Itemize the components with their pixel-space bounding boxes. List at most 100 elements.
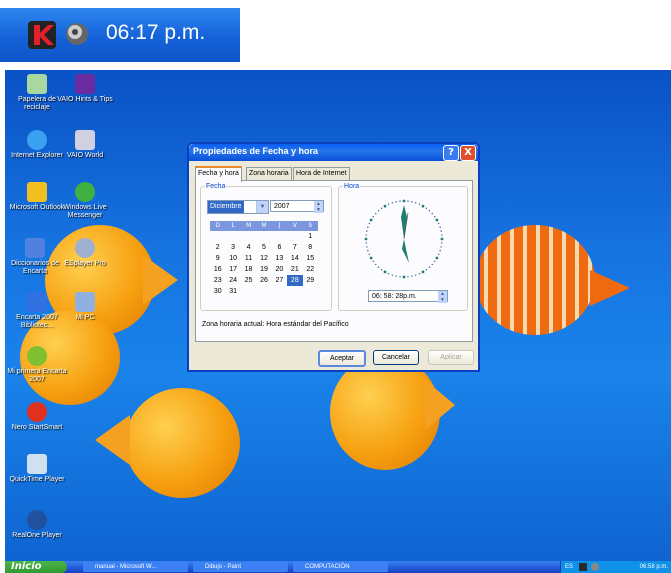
calendar-day[interactable]: 5 bbox=[256, 242, 271, 253]
calendar-week-row: 2345678 bbox=[210, 242, 318, 253]
year-value: 2007 bbox=[274, 203, 290, 210]
clock-tick bbox=[368, 222, 370, 225]
clock-tick bbox=[375, 212, 377, 215]
help-button[interactable]: ? bbox=[443, 145, 459, 161]
calendar-day[interactable]: 16 bbox=[210, 264, 225, 275]
clock-tick bbox=[402, 275, 406, 279]
calendar-day[interactable]: 9 bbox=[210, 253, 225, 264]
calendar-day[interactable]: 22 bbox=[303, 264, 318, 275]
calendar-day[interactable]: 26 bbox=[256, 275, 271, 286]
calendar-day[interactable]: 12 bbox=[256, 253, 271, 264]
taskbar-item-word[interactable]: manual - Microsoft W... bbox=[83, 562, 188, 572]
calendar-day[interactable]: 28 bbox=[287, 275, 303, 286]
calendar-day[interactable]: 7 bbox=[287, 242, 302, 253]
desktop-icon-vaio-hints[interactable]: VAIO Hints & Tips bbox=[53, 74, 117, 104]
calendar-day[interactable]: 8 bbox=[303, 242, 318, 253]
start-button[interactable]: Inicio bbox=[5, 561, 67, 573]
clock-tick bbox=[440, 246, 442, 248]
timezone-status: Zona horaria actual: Hora estándar del P… bbox=[202, 321, 349, 328]
encarta-icon bbox=[25, 238, 45, 258]
taskbar: Inicio manual - Microsoft W... Dibujo - … bbox=[5, 561, 671, 573]
calendar-week-row: 9 10 11 12 13 14 15 bbox=[210, 253, 318, 264]
cancelar-button[interactable]: Cancelar bbox=[373, 350, 419, 365]
calendar-day[interactable]: 11 bbox=[241, 253, 256, 264]
calendar-day[interactable]: 3 bbox=[225, 242, 240, 253]
calendar-day bbox=[225, 231, 240, 242]
desktop-icon-esplayer[interactable]: ESplayer Pro bbox=[53, 238, 117, 268]
taskbar-clock[interactable]: 06:58 p.m. bbox=[640, 561, 668, 573]
clock-tick bbox=[395, 201, 397, 203]
calendar-day[interactable]: 21 bbox=[287, 264, 302, 275]
clock-tick bbox=[435, 218, 439, 222]
recycle-bin-icon bbox=[27, 74, 47, 94]
calendar-day[interactable]: 10 bbox=[225, 253, 240, 264]
clock-tick bbox=[440, 237, 444, 241]
chevron-down-icon[interactable]: ▼ bbox=[256, 201, 268, 213]
encarta-icon bbox=[27, 346, 47, 366]
year-spinner[interactable]: 2007 ▲ ▼ bbox=[270, 200, 324, 213]
clock-tick bbox=[425, 207, 428, 209]
clock-tick bbox=[407, 200, 409, 202]
clock-tick bbox=[428, 210, 431, 212]
desktop-icon-mi-primera-encarta[interactable]: Mi primera Encarta 2007 bbox=[5, 346, 69, 384]
close-button[interactable]: X bbox=[460, 145, 476, 161]
calendar-day bbox=[272, 231, 287, 242]
desktop-icon-nero[interactable]: Nero StartSmart bbox=[5, 402, 69, 432]
calendar-day[interactable]: 31 bbox=[225, 286, 240, 297]
tab-hora-de-internet[interactable]: Hora de Internet bbox=[293, 167, 350, 180]
calendar-day[interactable]: 18 bbox=[241, 264, 256, 275]
speaker-icon[interactable] bbox=[62, 19, 92, 53]
start-label: Inicio bbox=[11, 561, 42, 572]
clock-tick bbox=[402, 199, 406, 203]
calendar-day[interactable]: 4 bbox=[241, 242, 256, 253]
calendar-day[interactable]: 27 bbox=[272, 275, 287, 286]
calendar-day[interactable]: 2 bbox=[210, 242, 225, 253]
calendar-day[interactable]: 25 bbox=[241, 275, 256, 286]
calendar-weekdays: D L M M J V S bbox=[210, 221, 318, 231]
aplicar-button[interactable]: Aplicar bbox=[428, 350, 474, 365]
spin-arrows-icon[interactable]: ▲ ▼ bbox=[314, 201, 323, 213]
spin-arrows-icon[interactable]: ▲ ▼ bbox=[438, 291, 447, 303]
hora-label: Hora bbox=[344, 183, 360, 190]
calendar-day[interactable]: 15 bbox=[303, 253, 318, 264]
calendar-day[interactable]: 1 bbox=[303, 231, 318, 242]
calendar-day[interactable]: 6 bbox=[272, 242, 287, 253]
tab-fecha-y-hora[interactable]: Fecha y hora bbox=[195, 166, 242, 182]
dialog-titlebar[interactable]: Propiedades de Fecha y hora ? X bbox=[189, 144, 478, 161]
desktop-icon-mi-pc[interactable]: Mi PC bbox=[53, 292, 117, 322]
clock-tick bbox=[441, 242, 443, 244]
clock-tick bbox=[372, 260, 374, 263]
calendar-day[interactable]: 23 bbox=[210, 275, 225, 286]
calendar-day[interactable]: 19 bbox=[256, 264, 271, 275]
calendar-day[interactable]: 17 bbox=[225, 264, 240, 275]
calendar-day bbox=[287, 231, 302, 242]
clock-tick bbox=[418, 273, 421, 275]
calendar-day[interactable]: 30 bbox=[210, 286, 225, 297]
taskbar-item-computacion[interactable]: COMPUTACIÓN bbox=[293, 562, 388, 572]
calendar-week-row: 23 24 25 26 27 28 29 bbox=[210, 275, 318, 286]
calendar-day[interactable]: 29 bbox=[303, 275, 318, 286]
calendar-day[interactable]: 14 bbox=[287, 253, 302, 264]
desktop-icon-vaio-world[interactable]: VAIO World bbox=[53, 130, 117, 160]
taskbar-item-paint[interactable]: Dibujo - Paint bbox=[193, 562, 288, 572]
month-select[interactable]: Diciembre ▼ bbox=[207, 200, 269, 214]
desktop-icon-messenger[interactable]: Windows Live Messenger bbox=[53, 182, 117, 220]
aceptar-button[interactable]: Aceptar bbox=[318, 350, 366, 367]
desktop-icon-realone[interactable]: RealOne Player bbox=[5, 510, 69, 540]
tray-zoom-clock[interactable]: 06:17 p.m. bbox=[106, 21, 205, 45]
calendar-day[interactable]: 24 bbox=[225, 275, 240, 286]
system-tray: ES 06:58 p.m. bbox=[560, 561, 671, 573]
language-indicator[interactable]: ES bbox=[565, 561, 573, 573]
calendar-day[interactable]: 20 bbox=[272, 264, 287, 275]
vaio-icon bbox=[75, 74, 95, 94]
time-field[interactable]: 06: 58: 28p.m. ▲ ▼ bbox=[368, 290, 448, 303]
kaspersky-icon[interactable] bbox=[26, 19, 58, 55]
tab-zona-horaria[interactable]: Zona horaria bbox=[246, 167, 292, 180]
clock-tick bbox=[431, 263, 433, 266]
clock-tick bbox=[387, 203, 390, 205]
vaio-icon bbox=[75, 130, 95, 150]
desktop-icon-quicktime[interactable]: QuickTime Player bbox=[5, 454, 69, 484]
calendar-day[interactable]: 13 bbox=[272, 253, 287, 264]
speaker-icon[interactable] bbox=[591, 563, 599, 571]
kaspersky-icon[interactable] bbox=[579, 563, 587, 571]
